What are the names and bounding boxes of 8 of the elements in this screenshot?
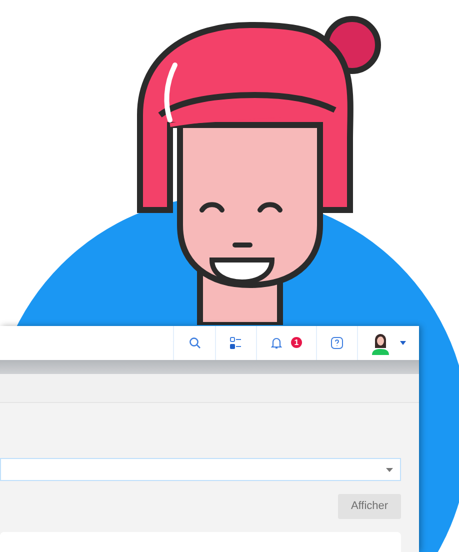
- help-icon: [331, 336, 343, 349]
- caret-icon: [386, 468, 393, 472]
- select-field[interactable]: [0, 458, 401, 482]
- bell-icon: [271, 336, 282, 349]
- caret-icon: [400, 340, 406, 345]
- search-icon: [188, 336, 200, 349]
- notification-badge: 1: [291, 337, 302, 348]
- checklist-icon: [230, 336, 242, 349]
